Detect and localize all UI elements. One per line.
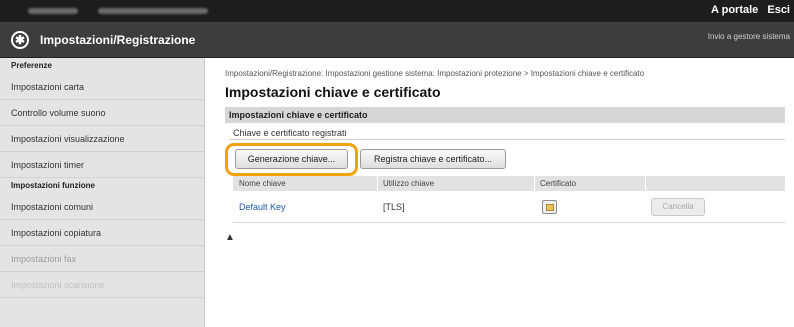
breadcrumb: Impostazioni/Registrazione: Impostazioni… [225, 69, 645, 78]
sidebar-heading-function-settings: Impostazioni funzione [11, 181, 95, 190]
column-key-name: Nome chiave [239, 179, 286, 188]
certificate-icon[interactable] [542, 200, 557, 214]
sidebar: Preferenze Impostazioni carta Controllo … [0, 58, 205, 327]
top-bar: A portale Esci [0, 0, 794, 22]
divider [229, 139, 785, 140]
settings-tool-icon: ✱ [11, 31, 29, 49]
blurred-device-model [98, 8, 208, 14]
logout-link[interactable]: Esci [767, 4, 790, 16]
system-manager-link[interactable]: Invio a gestore sistema [708, 32, 790, 41]
delete-button[interactable]: Cancella [651, 198, 705, 216]
sidebar-item-timer-settings[interactable]: Impostazioni timer [0, 152, 204, 178]
row-divider [233, 222, 785, 223]
sidebar-item-common-settings[interactable]: Impostazioni comuni [0, 194, 204, 220]
column-divider [645, 176, 646, 191]
column-divider [534, 176, 535, 191]
key-usage: [TLS] [383, 202, 405, 212]
column-key-usage: Utilizzo chiave [383, 179, 435, 188]
column-divider [377, 176, 378, 191]
sidebar-item-scan-settings[interactable]: Impostazioni scansione [0, 272, 204, 298]
main-content: Impostazioni/Registrazione: Impostazioni… [205, 58, 794, 327]
key-name-link[interactable]: Default Key [239, 194, 286, 220]
back-to-top-icon[interactable]: ▲ [225, 233, 235, 243]
table-header: Nome chiave Utilizzo chiave Certificato [233, 176, 785, 191]
top-links: A portale Esci [705, 4, 790, 16]
generate-key-button[interactable]: Generazione chiave... [235, 149, 348, 169]
sidebar-heading-preferences: Preferenze [11, 61, 52, 70]
sidebar-item-volume-control[interactable]: Controllo volume suono [0, 100, 204, 126]
column-certificate: Certificato [540, 179, 577, 188]
blurred-device-name [28, 8, 78, 14]
portal-link[interactable]: A portale [711, 4, 758, 16]
sidebar-item-paper-settings[interactable]: Impostazioni carta [0, 74, 204, 100]
sidebar-item-copy-settings[interactable]: Impostazioni copiatura [0, 220, 204, 246]
page-title: Impostazioni chiave e certificato [225, 84, 441, 100]
app-title: Impostazioni/Registrazione [40, 33, 196, 47]
register-key-certificate-button[interactable]: Registra chiave e certificato... [360, 149, 506, 169]
sidebar-item-display-settings[interactable]: Impostazioni visualizzazione [0, 126, 204, 152]
table-row: Default Key [TLS] Cancella [233, 194, 785, 220]
section-header: Impostazioni chiave e certificato [225, 107, 785, 123]
sidebar-item-fax-settings[interactable]: Impostazioni fax [0, 246, 204, 272]
app-header: ✱ Impostazioni/Registrazione Invio a ges… [0, 22, 794, 58]
registered-keys-subtitle: Chiave e certificato registrati [233, 128, 347, 138]
